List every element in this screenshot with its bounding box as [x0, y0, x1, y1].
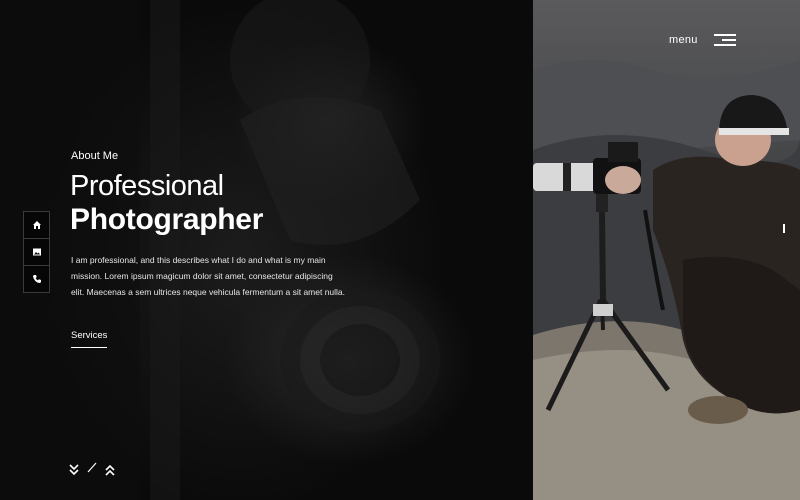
- slide-indicator[interactable]: [783, 224, 785, 233]
- menu-toggle[interactable]: menu: [669, 33, 736, 47]
- hamburger-icon: [712, 33, 736, 47]
- hero-title-line2: Photographer: [70, 203, 264, 236]
- section-eyebrow: About Me: [71, 150, 119, 162]
- pager: [68, 460, 116, 479]
- menu-label: menu: [669, 34, 698, 46]
- side-nav-phone-button[interactable]: [24, 266, 49, 292]
- services-link[interactable]: Services: [71, 330, 108, 348]
- hero-description: I am professional, and this describes wh…: [71, 255, 346, 297]
- image-icon: [32, 248, 41, 256]
- phone-icon: [32, 275, 41, 283]
- hero-background: [0, 0, 533, 500]
- camera-silhouette-image: [0, 0, 440, 500]
- side-nav: [23, 211, 50, 293]
- photographer-photo: [533, 0, 800, 500]
- side-nav-home-button[interactable]: [24, 212, 49, 239]
- home-icon: [32, 221, 41, 229]
- pager-divider: [86, 460, 98, 479]
- chevrons-up-icon[interactable]: [104, 463, 116, 477]
- chevrons-down-icon[interactable]: [68, 463, 80, 477]
- side-nav-gallery-button[interactable]: [24, 239, 49, 266]
- hero-title-line1: Professional: [70, 170, 224, 202]
